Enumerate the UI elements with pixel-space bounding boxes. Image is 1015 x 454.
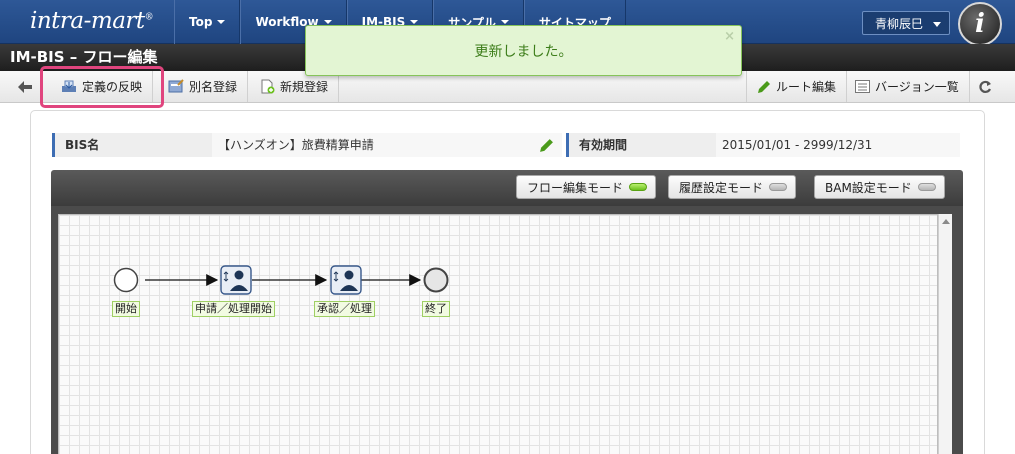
bis-name-value: 【ハンズオン】旅費精算申請	[212, 133, 562, 157]
refresh-button[interactable]	[966, 71, 1006, 102]
status-led-off	[917, 183, 936, 191]
back-button[interactable]	[10, 71, 42, 102]
intra-mart-logo[interactable]: intra-mart®	[30, 8, 154, 36]
close-icon[interactable]: ×	[724, 29, 735, 44]
period-value: 2015/01/01 ‐ 2999/12/31	[716, 133, 960, 157]
highlight-frame	[40, 66, 164, 108]
bam-mode-button[interactable]: BAM設定モード	[814, 175, 945, 199]
pencil-icon[interactable]	[539, 138, 554, 153]
caret-down-icon	[500, 20, 509, 24]
pencil-icon	[758, 80, 770, 93]
scroll-up-icon[interactable]	[942, 219, 950, 224]
flow-edit-mode-button[interactable]: フロー編集モード	[516, 175, 657, 199]
bis-info-row: BIS名 【ハンズオン】旅費精算申請 有効期間 2015/01/01 ‐ 299…	[52, 133, 960, 157]
node-label-apply: 申請／処理開始	[192, 301, 275, 317]
history-mode-button[interactable]: 履歴設定モード	[668, 175, 797, 199]
flow-editor-header: フロー編集モード 履歴設定モード BAM設定モード	[51, 170, 963, 206]
node-label-approve: 承認／処理	[314, 301, 375, 317]
period-label: 有効期間	[566, 133, 716, 157]
vertical-scrollbar[interactable]	[938, 214, 952, 454]
task-node[interactable]	[330, 265, 362, 295]
end-node[interactable]	[423, 267, 449, 293]
status-led-on	[629, 183, 648, 191]
start-node[interactable]	[113, 267, 139, 293]
arrow-left-icon	[18, 80, 32, 93]
caret-down-icon	[217, 20, 226, 24]
flow-canvas[interactable]: 開始 申請／処理開始 承認／処理 終了	[58, 214, 938, 454]
caret-down-icon	[410, 20, 419, 24]
nav-item-top[interactable]: Top	[174, 0, 241, 44]
task-node[interactable]	[220, 265, 252, 295]
version-list-button[interactable]: バージョン一覧	[845, 71, 970, 102]
alias-register-icon	[168, 79, 184, 93]
list-icon	[855, 80, 870, 93]
status-led-off	[769, 183, 788, 191]
alias-register-button[interactable]: 別名登録	[158, 71, 249, 102]
node-label-start: 開始	[112, 301, 140, 317]
flow-diagram	[113, 265, 449, 295]
node-label-end: 終了	[422, 301, 450, 317]
route-edit-button[interactable]: ルート編集	[746, 71, 848, 102]
refresh-icon	[979, 80, 992, 93]
user-menu-button[interactable]: 青柳辰巳	[862, 11, 950, 35]
new-document-icon	[261, 79, 275, 94]
flow-canvas-frame: 開始 申請／処理開始 承認／処理 終了	[51, 206, 963, 454]
bis-name-label: BIS名	[52, 133, 212, 157]
caret-down-icon	[323, 20, 332, 24]
caret-down-icon	[933, 22, 941, 27]
flash-message: 更新しました。 ×	[305, 25, 742, 76]
user-avatar[interactable]: i	[958, 2, 1002, 46]
